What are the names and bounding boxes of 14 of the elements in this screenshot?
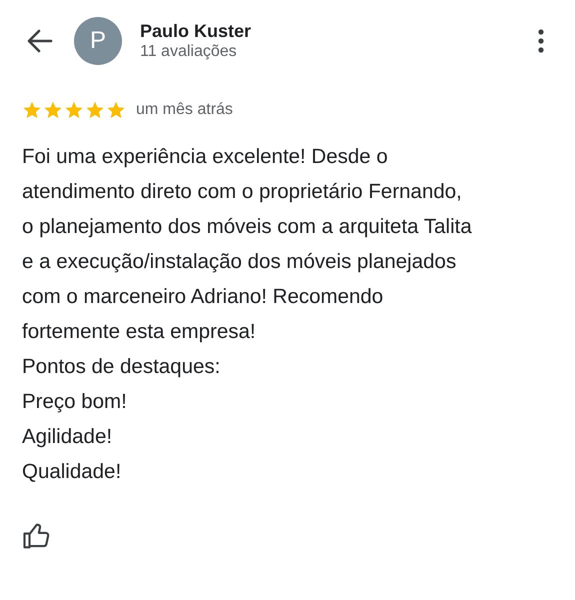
star-icon — [106, 100, 126, 120]
star-icon — [85, 100, 105, 120]
review-time: um mês atrás — [136, 101, 233, 119]
star-icon — [43, 100, 63, 120]
like-button[interactable] — [22, 521, 52, 551]
thumbs-up-icon — [22, 521, 52, 551]
star-icon — [64, 100, 84, 120]
avatar: P — [74, 17, 122, 65]
more-icon — [538, 29, 544, 53]
review-text: Foi uma experiência excelente! Desde o atendimento direto com o proprietário Fernando, o planejamento dos móveis com a arquiteta Talita e a execução/instalação dos móveis planejados com o marceneiro Adriano! Recomendo fortemente esta empresa! Pontos de destaques: Preço bom! Agilidade! Qualidade! — [21, 144, 473, 485]
review-count: 11 avaliações — [140, 42, 238, 62]
star-icon — [22, 100, 42, 120]
back-arrow-icon — [27, 29, 53, 53]
reviewer-name: Paulo Kuster — [140, 20, 252, 42]
